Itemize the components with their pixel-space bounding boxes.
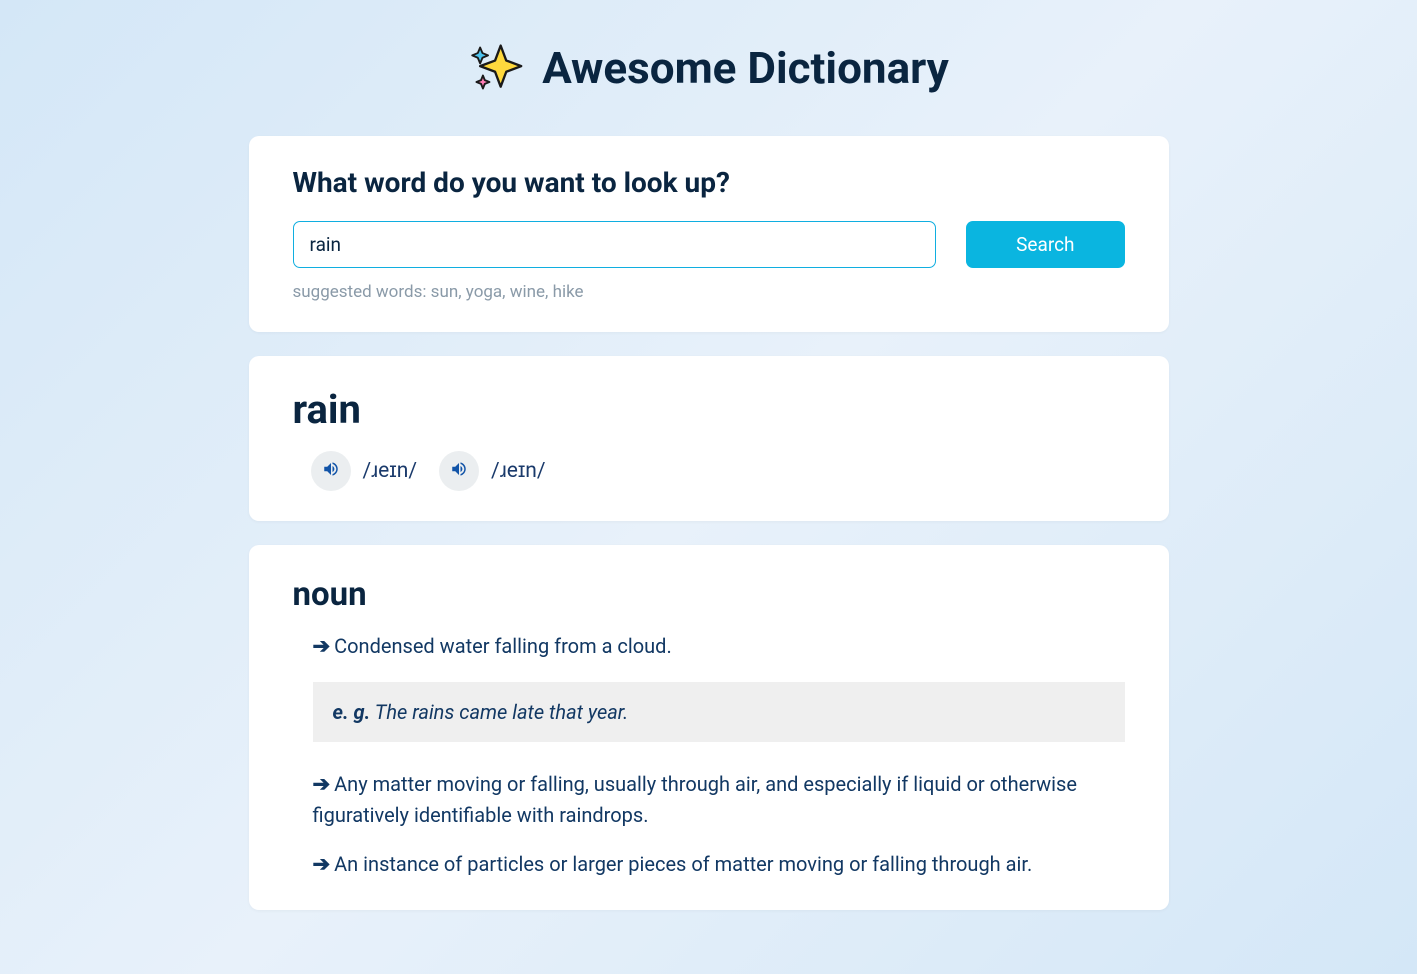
speaker-icon <box>322 460 340 482</box>
search-prompt: What word do you want to look up? <box>293 166 1125 199</box>
site-title: Awesome Dictionary <box>542 42 949 94</box>
phonetics-row: /ɹeɪn/ /ɹeɪn/ <box>293 451 1125 491</box>
definition-text: An instance of particles or larger piece… <box>334 852 1032 876</box>
definition-item: ➔Condensed water falling from a cloud. <box>293 632 1125 662</box>
arrow-icon: ➔ <box>313 773 331 797</box>
app-container: Awesome Dictionary What word do you want… <box>249 40 1169 910</box>
phonetic-item: /ɹeɪn/ <box>439 451 546 491</box>
example-label: e. g. <box>333 700 371 724</box>
sparkle-icon <box>468 40 524 96</box>
arrow-icon: ➔ <box>313 635 331 659</box>
phonetic-item: /ɹeɪn/ <box>311 451 418 491</box>
speaker-icon <box>450 460 468 482</box>
definition-text: Condensed water falling from a cloud. <box>334 634 672 658</box>
example-text: The rains came late that year. <box>375 700 629 724</box>
meanings-card: noun ➔Condensed water falling from a clo… <box>249 545 1169 910</box>
word-card: rain /ɹeɪn/ /ɹeɪn/ <box>249 356 1169 521</box>
example-box: e. g. The rains came late that year. <box>313 682 1125 742</box>
phonetic-text: /ɹeɪn/ <box>363 459 418 483</box>
search-row: Search <box>293 221 1125 268</box>
search-button[interactable]: Search <box>966 221 1124 268</box>
definition-item: ➔Any matter moving or falling, usually t… <box>293 770 1125 829</box>
definition-item: ➔An instance of particles or larger piec… <box>293 850 1125 880</box>
search-card: What word do you want to look up? Search… <box>249 136 1169 332</box>
audio-play-button[interactable] <box>311 451 351 491</box>
audio-play-button[interactable] <box>439 451 479 491</box>
arrow-icon: ➔ <box>313 853 331 877</box>
phonetic-text: /ɹeɪn/ <box>491 459 546 483</box>
header: Awesome Dictionary <box>249 40 1169 96</box>
search-input[interactable] <box>293 221 937 268</box>
part-of-speech: noun <box>293 575 1125 614</box>
search-suggestions: suggested words: sun, yoga, wine, hike <box>293 282 1125 302</box>
definition-text: Any matter moving or falling, usually th… <box>313 772 1077 826</box>
headword: rain <box>293 386 1125 433</box>
